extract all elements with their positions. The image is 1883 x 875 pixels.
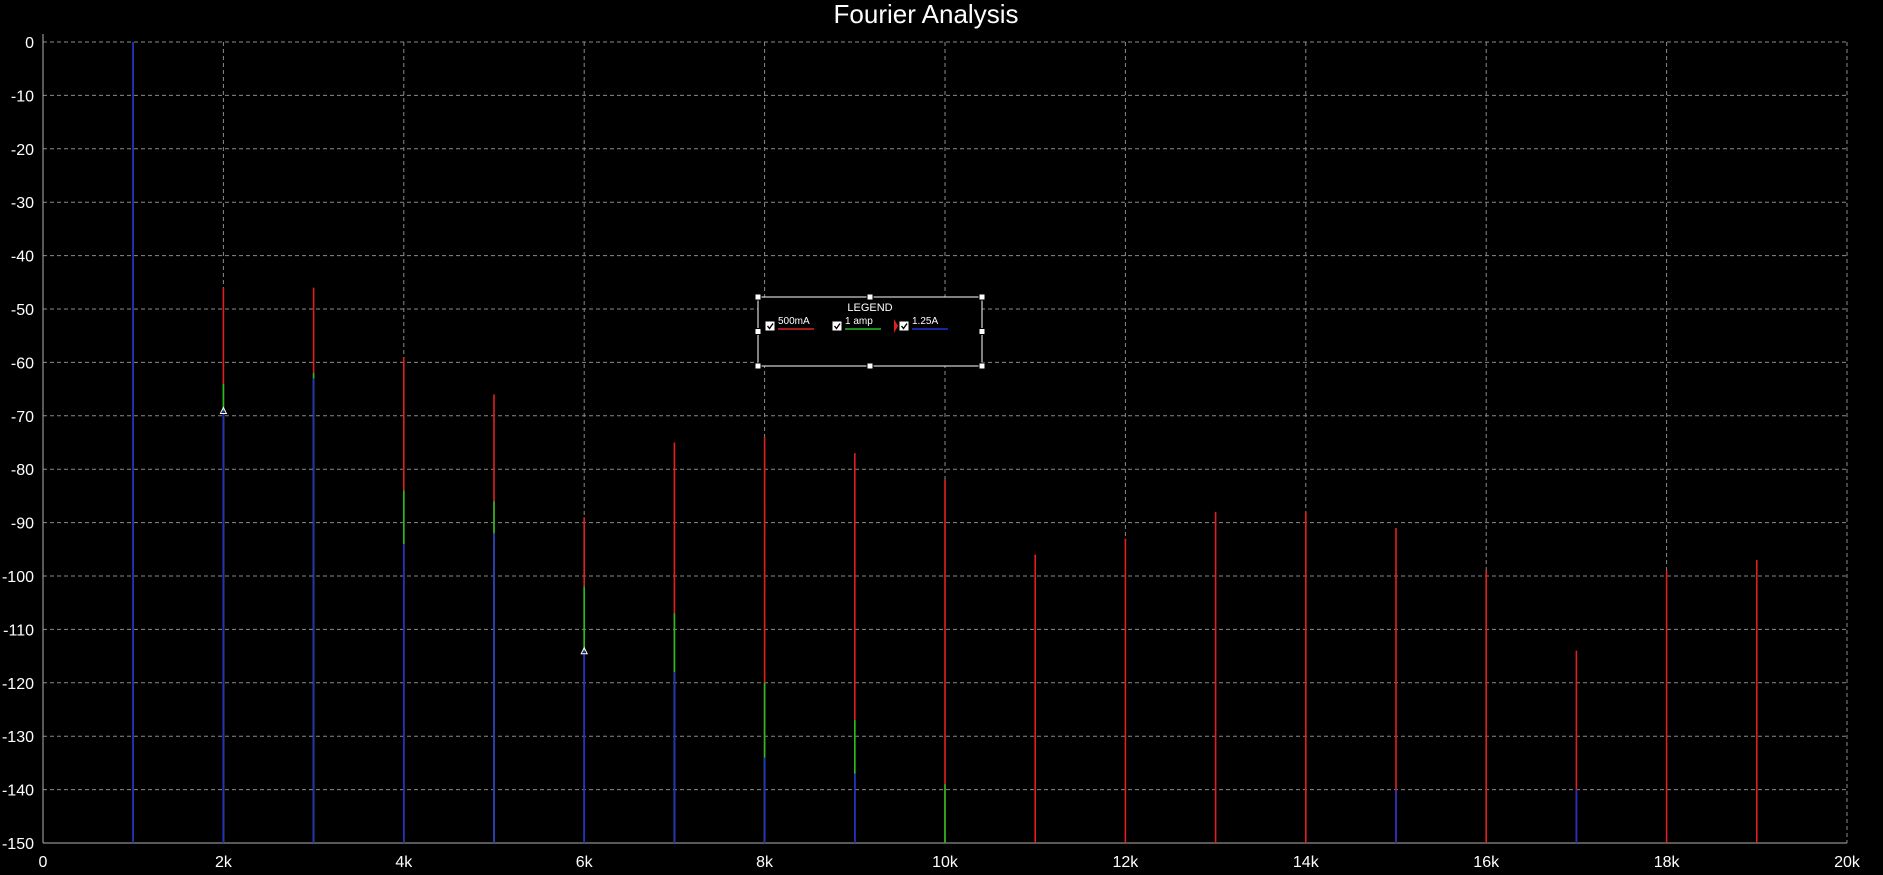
- y-tick-label: -20: [11, 142, 34, 159]
- y-tick-label: -70: [11, 409, 34, 426]
- y-tick-label: -120: [2, 676, 34, 693]
- y-tick-label: -60: [11, 355, 34, 372]
- y-tick-label: -150: [2, 836, 34, 853]
- legend-resize-handle[interactable]: [754, 328, 762, 335]
- x-tick-label: 4k: [395, 854, 413, 871]
- legend-box[interactable]: LEGEND 500mA 1 amp 1.25A: [754, 293, 986, 370]
- legend-resize-handle[interactable]: [754, 362, 762, 370]
- y-tick-label: -10: [11, 88, 34, 105]
- x-tick-label: 18k: [1654, 854, 1681, 871]
- legend-label: 500mA: [778, 316, 810, 327]
- x-tick-label: 12k: [1113, 854, 1140, 871]
- y-tick-label: -90: [11, 516, 34, 533]
- legend-resize-handle[interactable]: [754, 293, 762, 301]
- legend-resize-handle[interactable]: [866, 362, 874, 370]
- x-tick-label: 6k: [576, 854, 594, 871]
- x-tick-label: 20k: [1834, 854, 1861, 871]
- x-tick-label: 10k: [932, 854, 959, 871]
- y-tick-label: -80: [11, 462, 34, 479]
- legend-label: 1.25A: [912, 316, 938, 327]
- y-tick-label: -130: [2, 729, 34, 746]
- legend-label: 1 amp: [845, 316, 873, 327]
- x-tick-label: 14k: [1293, 854, 1320, 871]
- chart-title: Fourier Analysis: [834, 0, 1019, 29]
- y-tick-label: -40: [11, 249, 34, 266]
- y-tick-label: -100: [2, 569, 34, 586]
- legend-resize-handle[interactable]: [978, 362, 986, 370]
- y-tick-label: -140: [2, 783, 34, 800]
- y-tick-label: -110: [3, 622, 34, 639]
- legend-resize-handle[interactable]: [866, 293, 874, 301]
- fourier-chart: Fourier Analysis 0 2k 4k 6k 8k 10k 12k 14k 16k 18…: [0, 0, 1883, 875]
- y-tick-label: 0: [25, 35, 34, 52]
- x-tick-label: 0: [39, 854, 48, 871]
- y-tick-label: -50: [11, 302, 34, 319]
- y-tick-label: -30: [11, 195, 34, 212]
- x-tick-label: 16k: [1473, 854, 1500, 871]
- legend-resize-handle[interactable]: [978, 293, 986, 301]
- legend-resize-handle[interactable]: [978, 328, 986, 335]
- legend-title: LEGEND: [847, 302, 892, 314]
- x-tick-label: 2k: [215, 854, 233, 871]
- x-tick-label: 8k: [756, 854, 774, 871]
